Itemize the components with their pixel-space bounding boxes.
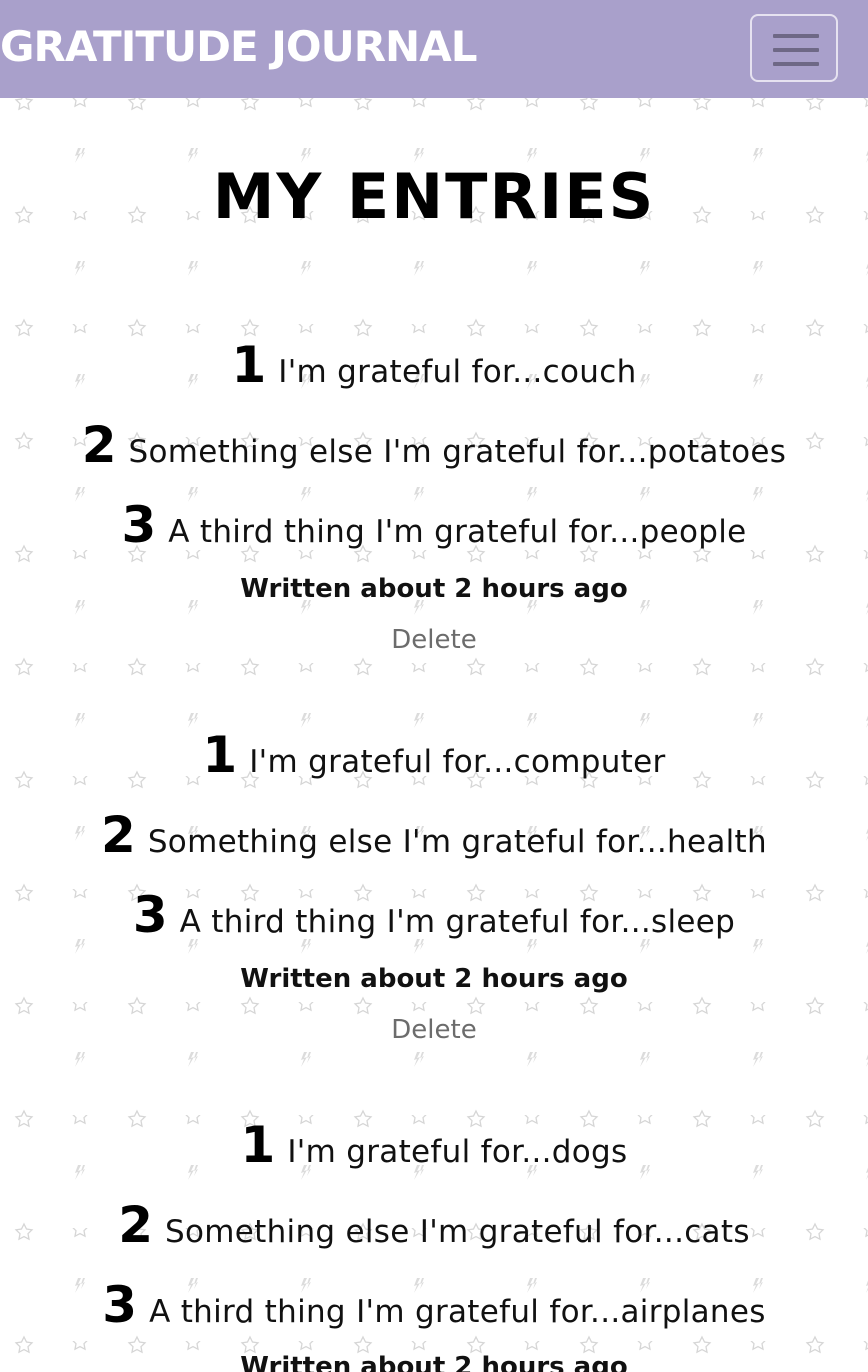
- entry-item-text: I'm grateful for...dogs: [287, 1134, 628, 1170]
- entry-item-number: 2: [81, 416, 117, 474]
- navbar: GRATITUDE JOURNAL: [0, 0, 868, 98]
- entry-item-text: A third thing I'm grateful for...airplan…: [149, 1294, 766, 1330]
- entry-item-number: 2: [118, 1196, 154, 1254]
- entry-item: 2 Something else I'm grateful for...cats: [0, 1196, 868, 1256]
- hamburger-icon-bar: [773, 48, 819, 52]
- entry-item-number: 2: [101, 806, 136, 864]
- entry-timestamp: Written about 2 hours ago: [240, 1352, 628, 1372]
- entry-timestamp: Written about 2 hours ago: [240, 574, 628, 604]
- brand-link[interactable]: GRATITUDE JOURNAL: [0, 22, 477, 71]
- hamburger-icon-bar: [773, 62, 819, 66]
- entry-item: 3 A third thing I'm grateful for...people: [0, 496, 868, 556]
- hamburger-icon: [773, 34, 819, 38]
- delete-entry-wrapper: Delete: [0, 625, 868, 655]
- entry-item: 1 I'm grateful for...couch: [0, 336, 868, 396]
- entry-item-text: Something else I'm grateful for...cats: [165, 1214, 750, 1250]
- delete-button[interactable]: Delete: [391, 625, 476, 655]
- entry-item: 2 Something else I'm grateful for...potat…: [0, 416, 868, 476]
- delete-button[interactable]: Delete: [391, 1015, 476, 1045]
- entry-item: 1 I'm grateful for...computer: [0, 726, 868, 786]
- entry-timestamp: Written about 2 hours ago: [240, 964, 628, 994]
- entry-item-text: Something else I'm grateful for...health: [147, 824, 767, 860]
- entry-item-number: 1: [202, 726, 238, 784]
- page-title: MY ENTRIES: [212, 160, 656, 233]
- entry-item-text: I'm grateful for...computer: [249, 744, 666, 780]
- entry-item-text: A third thing I'm grateful for...sleep: [179, 904, 736, 940]
- entry-item: 3 A third thing I'm grateful for...airpla…: [0, 1276, 868, 1336]
- entry-item-text: A third thing I'm grateful for...people: [168, 514, 747, 550]
- entry-item-number: 1: [231, 336, 267, 394]
- entry-item: 2 Something else I'm grateful for...healt…: [0, 806, 868, 866]
- entry-item-number: 1: [240, 1116, 276, 1174]
- entry-item-number: 3: [102, 1276, 138, 1334]
- page: GRATITUDE JOURNAL MY ENTRIES 1 I'm gratef…: [0, 0, 868, 1372]
- delete-entry-wrapper: Delete: [0, 1015, 868, 1045]
- entry-item: 1 I'm grateful for...dogs: [0, 1116, 868, 1176]
- menu-toggle-button[interactable]: [750, 14, 838, 82]
- entry-item-number: 3: [121, 496, 157, 554]
- entry-item-text: I'm grateful for...couch: [278, 354, 637, 390]
- entry-item-text: Something else I'm grateful for...potato…: [128, 434, 787, 470]
- entry-item-number: 3: [132, 886, 168, 944]
- entry-item: 3 A third thing I'm grateful for...sleep: [0, 886, 868, 946]
